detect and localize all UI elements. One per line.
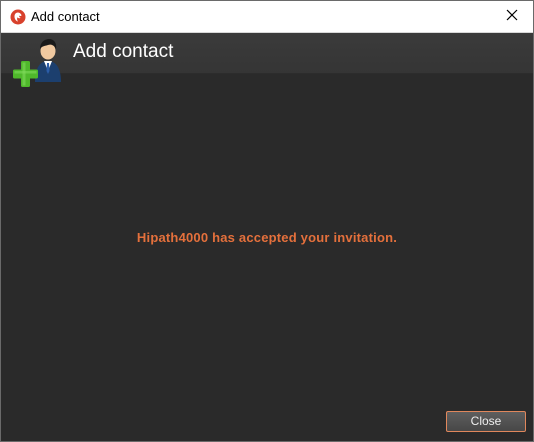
- status-message: Hipath4000 has accepted your invitation.: [136, 230, 398, 245]
- title-bar[interactable]: Add contact: [1, 1, 533, 33]
- add-contact-icon: [11, 38, 65, 92]
- header-title: Add contact: [73, 41, 174, 62]
- window-title: Add contact: [31, 9, 100, 24]
- dialog-window: Add contact Add contact Hipath4000 has a…: [0, 0, 534, 442]
- app-logo-icon: [10, 9, 26, 25]
- close-window-button[interactable]: [491, 1, 533, 32]
- close-button[interactable]: Close: [446, 411, 526, 432]
- close-icon: [506, 8, 518, 26]
